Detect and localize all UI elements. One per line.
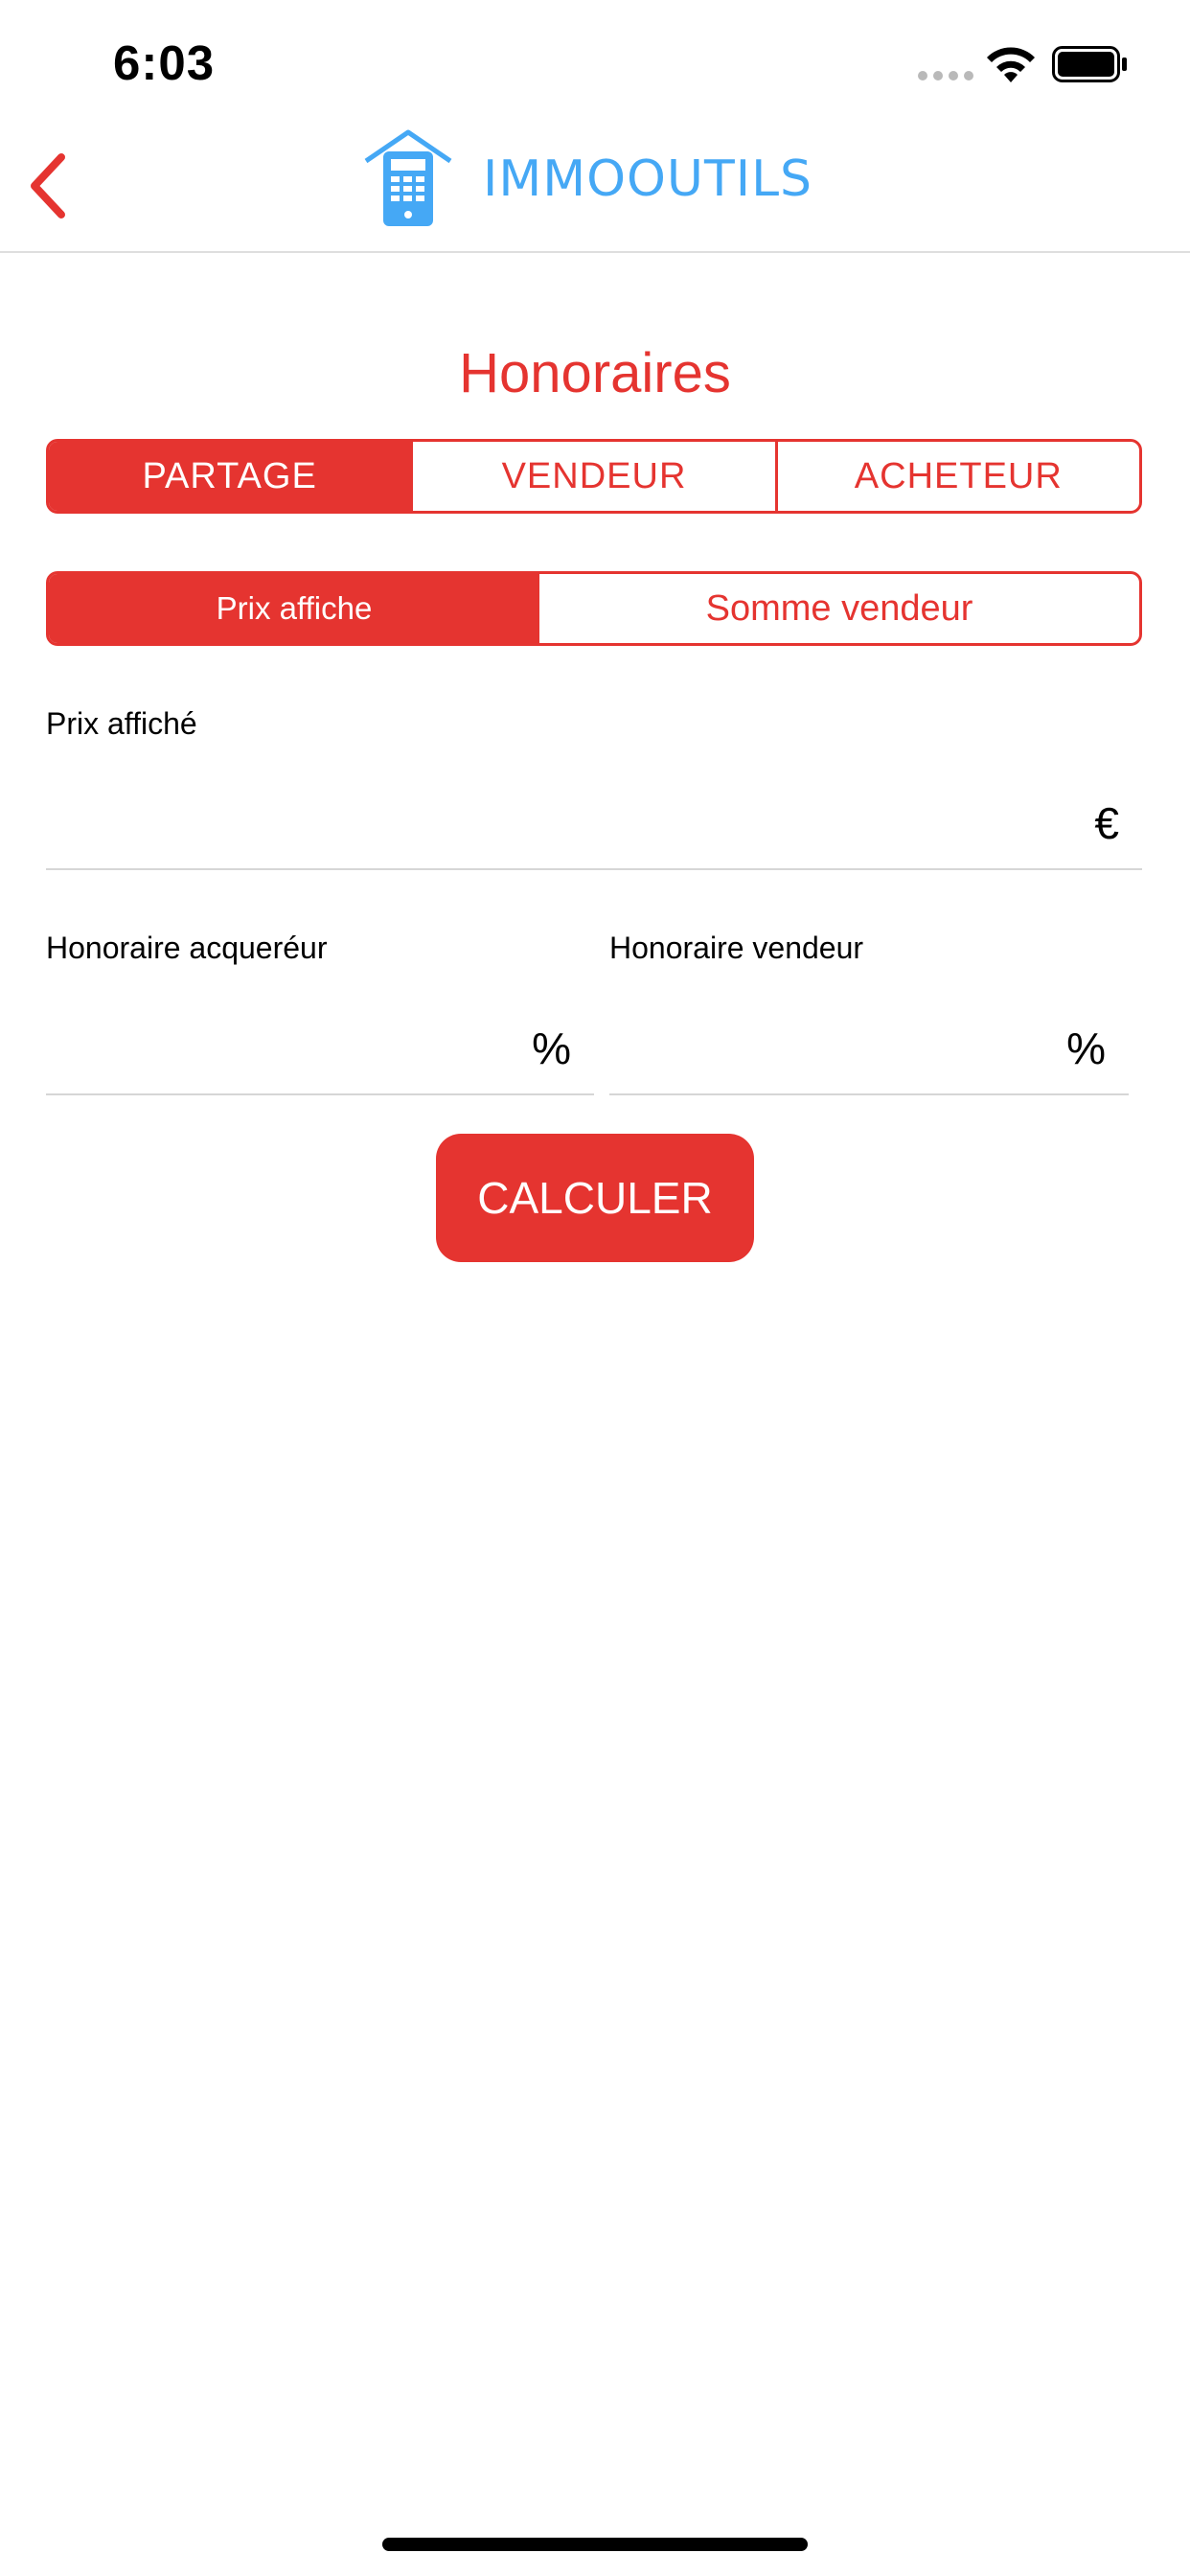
percent-unit-acquereur: %	[532, 1024, 571, 1073]
battery-icon	[1052, 46, 1127, 82]
fee-type-segmented-control: PARTAGE VENDEUR ACHETEUR	[46, 439, 1142, 514]
honoraire-acquereur-field: %	[46, 1017, 594, 1095]
prix-affiche-input[interactable]	[46, 792, 927, 870]
prix-affiche-label: Prix affiché	[46, 706, 197, 741]
mode-prix-affiche[interactable]: Prix affiche	[49, 574, 539, 643]
price-mode-segmented-control: Prix affiche Somme vendeur	[46, 571, 1142, 646]
navigation-bar: IMMOOUTILS	[0, 126, 1190, 253]
status-bar: 6:03	[0, 0, 1190, 126]
mode-somme-vendeur[interactable]: Somme vendeur	[539, 574, 1139, 643]
honoraire-acquereur-input[interactable]	[46, 1017, 489, 1095]
logo-text: IMMOOUTILS	[483, 150, 813, 208]
status-time: 6:03	[113, 35, 216, 90]
home-indicator[interactable]	[382, 2538, 808, 2551]
wifi-icon	[987, 47, 1035, 82]
honoraire-vendeur-field: %	[609, 1017, 1129, 1095]
calculer-button[interactable]: CALCULER	[436, 1134, 754, 1262]
tab-partage[interactable]: PARTAGE	[49, 442, 411, 511]
tab-acheteur[interactable]: ACHETEUR	[774, 442, 1139, 511]
app-logo: IMMOOUTILS	[362, 126, 812, 232]
prix-affiche-field: €	[46, 792, 1142, 870]
euro-unit: €	[1094, 798, 1119, 848]
cellular-signal-icon	[918, 71, 973, 80]
tab-vendeur[interactable]: VENDEUR	[410, 442, 774, 511]
honoraire-acquereur-label: Honoraire acqueréur	[46, 931, 328, 965]
percent-unit-vendeur: %	[1066, 1024, 1106, 1073]
honoraire-vendeur-input[interactable]	[609, 1017, 1029, 1095]
house-calculator-icon	[364, 129, 452, 226]
honoraire-vendeur-label: Honoraire vendeur	[609, 931, 864, 965]
back-chevron-icon[interactable]	[17, 148, 84, 224]
page-title: Honoraires	[459, 342, 731, 404]
